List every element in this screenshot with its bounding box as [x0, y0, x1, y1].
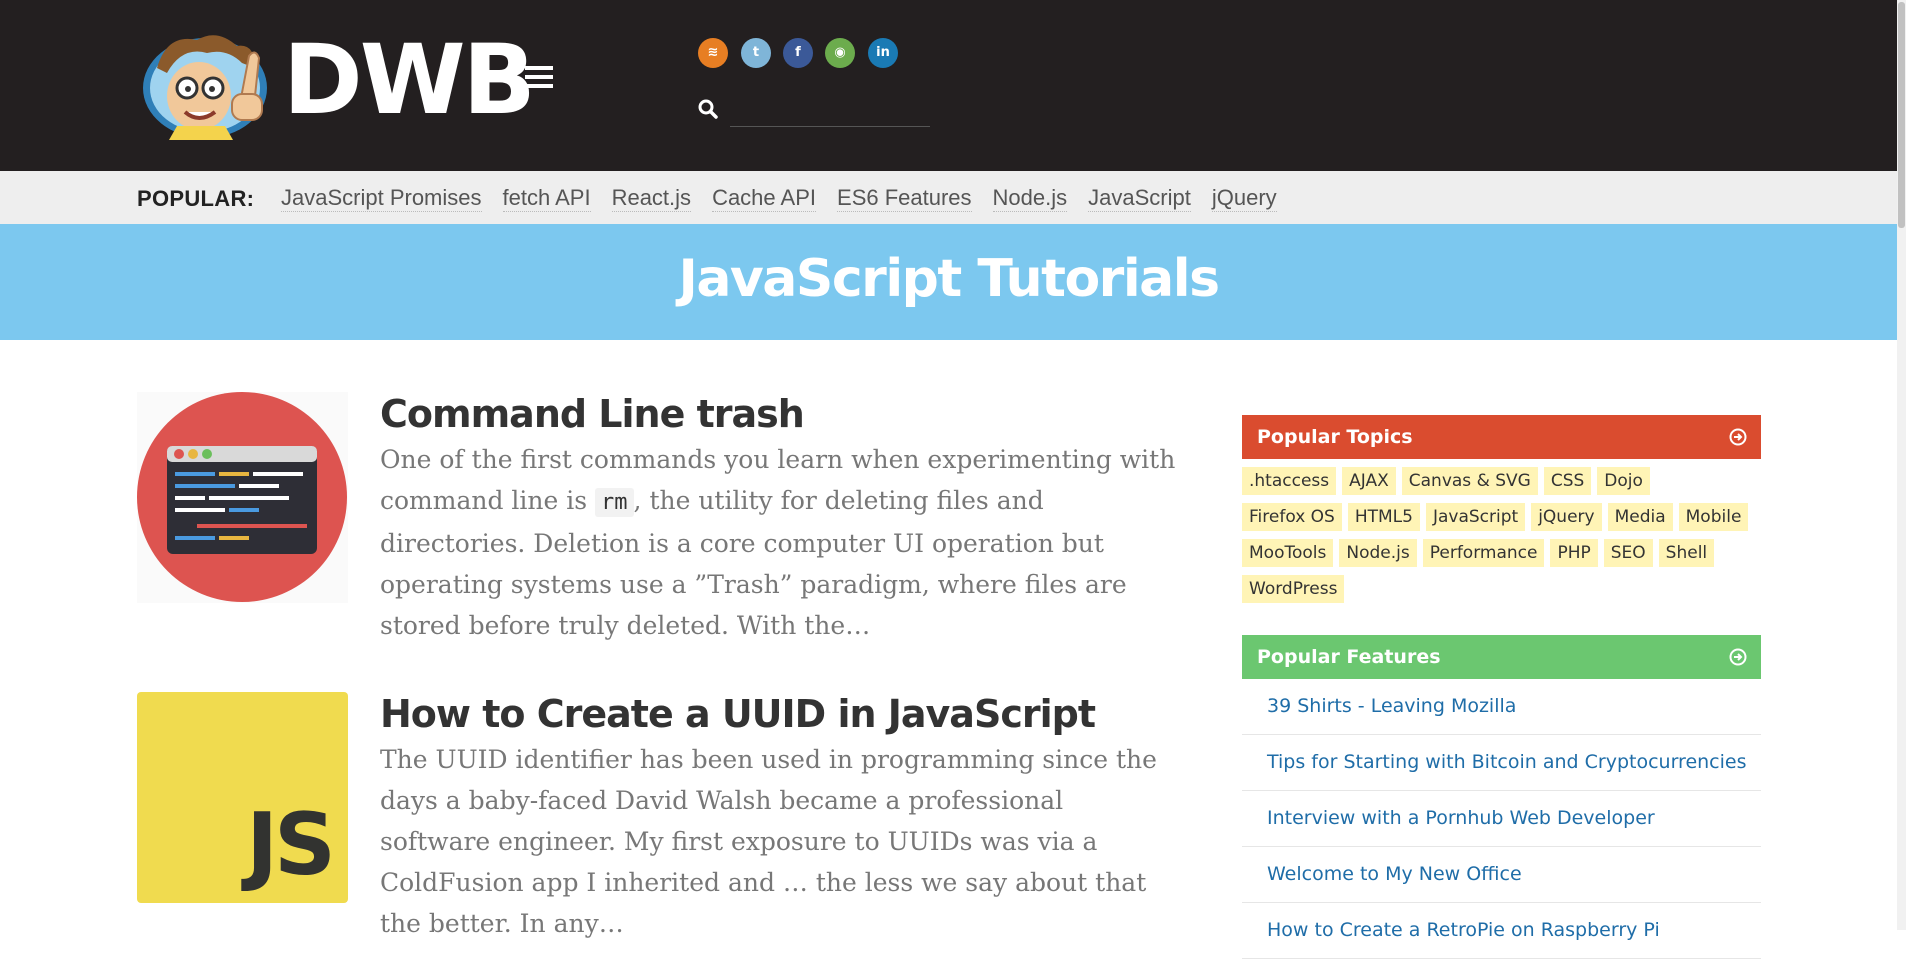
popular-link[interactable]: Cache API	[712, 185, 817, 212]
page-scrollbar[interactable]	[1897, 0, 1906, 930]
feature-link[interactable]: Welcome to My New Office	[1242, 847, 1761, 903]
topic-tag[interactable]: SEO	[1603, 539, 1653, 567]
terminal-thumbnail-icon[interactable]	[137, 392, 348, 603]
topic-tag[interactable]: Firefox OS	[1242, 503, 1342, 531]
popular-link[interactable]: JavaScript	[1088, 185, 1191, 212]
widget-title: Popular Topics	[1257, 426, 1413, 448]
topic-tag[interactable]: jQuery	[1531, 503, 1602, 531]
search-input[interactable]	[730, 96, 930, 127]
feature-link[interactable]: How to Create a RetroPie on Raspberry Pi	[1242, 903, 1761, 959]
widget-title: Popular Features	[1257, 646, 1441, 668]
feature-link[interactable]: 39 Shirts - Leaving Mozilla	[1242, 679, 1761, 735]
popular-link[interactable]: React.js	[611, 185, 692, 212]
popular-topics-widget: Popular Topics .htaccess AJAX Canvas & SVG…	[1242, 415, 1761, 611]
feature-link[interactable]: Interview with a Pornhub Web Developer	[1242, 791, 1761, 847]
inline-code: rm	[595, 488, 634, 517]
topic-tag[interactable]: Node.js	[1339, 539, 1417, 567]
article-title[interactable]: How to Create a UUID in JavaScript	[380, 692, 1096, 736]
arrow-circle-right-icon[interactable]	[1729, 428, 1747, 446]
site-header: DWB ≋ t f ◉ in	[0, 0, 1897, 171]
popular-links: JavaScript Promises fetch API React.js Cach…	[281, 185, 1298, 212]
topic-tag[interactable]: AJAX	[1342, 467, 1396, 495]
popular-link[interactable]: JavaScript Promises	[281, 185, 482, 212]
logo-mascot-icon[interactable]	[137, 28, 279, 140]
popular-link[interactable]: Node.js	[992, 185, 1068, 212]
hamburger-menu-icon[interactable]	[525, 66, 553, 90]
logo-text[interactable]: DWB	[283, 24, 536, 136]
topic-tags: .htaccess AJAX Canvas & SVG CSS Dojo Firefox …	[1242, 459, 1761, 611]
linkedin-icon[interactable]: in	[868, 38, 898, 68]
topic-tag[interactable]: Canvas & SVG	[1401, 467, 1538, 495]
topic-tag[interactable]: Dojo	[1597, 467, 1650, 495]
scrollbar-thumb[interactable]	[1898, 2, 1905, 228]
topic-tag[interactable]: Media	[1607, 503, 1673, 531]
popular-label: POPULAR:	[137, 186, 255, 211]
js-logo-text: JS	[246, 795, 336, 895]
facebook-icon[interactable]: f	[783, 38, 813, 68]
widget-header: Popular Topics	[1242, 415, 1761, 459]
rss-icon[interactable]: ≋	[698, 38, 728, 68]
topic-tag[interactable]: .htaccess	[1242, 467, 1337, 495]
topic-tag[interactable]: Shell	[1658, 539, 1715, 567]
article-title[interactable]: Command Line trash	[380, 392, 805, 436]
popular-link[interactable]: fetch API	[502, 185, 591, 212]
topic-tag[interactable]: WordPress	[1242, 575, 1345, 603]
popular-link[interactable]: ES6 Features	[837, 185, 972, 212]
feature-link[interactable]: Tips for Starting with Bitcoin and Crypt…	[1242, 735, 1761, 791]
widget-header: Popular Features	[1242, 635, 1761, 679]
search-icon[interactable]	[697, 98, 719, 120]
arrow-circle-right-icon[interactable]	[1729, 648, 1747, 666]
page-title: JavaScript Tutorials	[678, 249, 1220, 309]
popular-link[interactable]: jQuery	[1211, 185, 1277, 212]
github-icon[interactable]: ◉	[825, 38, 855, 68]
popular-bar: POPULAR: JavaScript Promises fetch API Rea…	[0, 171, 1897, 224]
topic-tag[interactable]: HTML5	[1347, 503, 1420, 531]
js-logo-thumbnail[interactable]: JS	[137, 692, 348, 903]
twitter-icon[interactable]: t	[741, 38, 771, 68]
topic-tag[interactable]: PHP	[1550, 539, 1598, 567]
topic-tag[interactable]: JavaScript	[1425, 503, 1526, 531]
features-list: 39 Shirts - Leaving Mozilla Tips for Sta…	[1242, 679, 1761, 959]
article-excerpt: One of the first commands you learn when…	[380, 439, 1180, 646]
topic-tag[interactable]: MooTools	[1242, 539, 1334, 567]
topic-tag[interactable]: Mobile	[1678, 503, 1749, 531]
article-excerpt: The UUID identifier has been used in pro…	[380, 745, 1157, 938]
topic-tag[interactable]: CSS	[1543, 467, 1592, 495]
topic-tag[interactable]: Performance	[1422, 539, 1545, 567]
popular-features-widget: Popular Features 39 Shirts - Leaving Moz…	[1242, 635, 1761, 959]
page-banner: JavaScript Tutorials	[0, 224, 1897, 340]
